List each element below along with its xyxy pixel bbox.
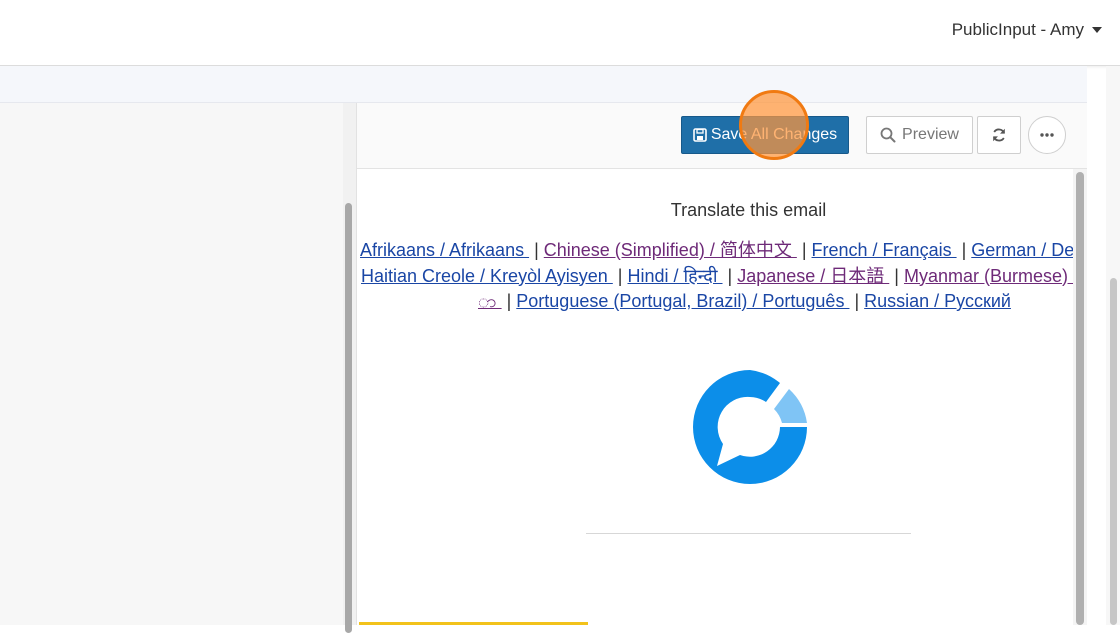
language-link-german[interactable]: German / Deutsch	[971, 240, 1077, 260]
language-links: Afrikaans / Afrikaans | Chinese (Simplifi…	[360, 238, 1077, 315]
left-panel	[0, 103, 343, 625]
publicinput-logo	[690, 367, 810, 487]
account-menu[interactable]: PublicInput - Amy	[952, 20, 1102, 40]
preview-button[interactable]: Preview	[866, 116, 973, 154]
language-link-russian[interactable]: Russian / Русский	[864, 291, 1011, 311]
caret-down-icon	[1092, 27, 1102, 33]
preview-scrollbar[interactable]	[1073, 169, 1087, 625]
editor-toolbar: Save All Changes Preview	[357, 90, 1087, 169]
refresh-button[interactable]	[977, 116, 1021, 154]
language-link-french[interactable]: French / Français	[812, 240, 957, 260]
link-separator: |	[727, 265, 733, 286]
link-separator: |	[534, 240, 539, 260]
email-editor-panel: Save All Changes Preview Translate this …	[357, 90, 1087, 625]
translate-heading: Translate this email	[670, 200, 827, 220]
floppy-disk-icon	[693, 128, 707, 142]
preview-scrollbar-thumb[interactable]	[1076, 172, 1084, 625]
language-link-japanese[interactable]: Japanese / 日本語	[737, 266, 889, 286]
link-separator: |	[961, 240, 967, 260]
link-separator: |	[801, 240, 807, 260]
page-scrollbar-thumb[interactable]	[1110, 278, 1117, 625]
language-link-myanmar[interactable]: Myanmar (Burmese) / မြန်မာ	[904, 266, 1077, 286]
more-options-button[interactable]	[1028, 116, 1066, 154]
link-separator: |	[506, 291, 512, 311]
save-all-changes-button[interactable]: Save All Changes	[681, 116, 849, 154]
language-link-chinese-simplified[interactable]: Chinese (Simplified) / 简体中文	[544, 240, 797, 260]
language-link-haitian-creole[interactable]: Haitian Creole / Kreyòl Ayisyen	[361, 266, 613, 286]
link-separator: |	[854, 291, 860, 311]
preview-button-label: Preview	[902, 126, 959, 143]
language-row: Afrikaans / Afrikaans | Chinese (Simplifi…	[360, 238, 1077, 264]
save-button-label: Save All Changes	[710, 126, 838, 143]
refresh-icon	[993, 128, 1005, 142]
email-divider	[586, 533, 911, 534]
language-link-continued[interactable]: ာ	[478, 291, 502, 311]
email-preview: Translate this email Afrikaans / Afrikaa…	[357, 169, 1077, 625]
link-separator: |	[617, 265, 623, 286]
ellipsis-icon	[1040, 133, 1054, 137]
left-panel-scrollbar-thumb[interactable]	[345, 203, 352, 633]
sub-header-bar	[0, 66, 1087, 103]
left-panel-scrollbar[interactable]	[343, 103, 357, 633]
language-link-portuguese[interactable]: Portuguese (Portugal, Brazil) / Portuguê…	[516, 291, 849, 311]
language-link-afrikaans[interactable]: Afrikaans / Afrikaans	[360, 240, 529, 260]
language-link-hindi[interactable]: Hindi / हिन्दी	[627, 266, 722, 286]
top-header: PublicInput - Amy	[0, 0, 1120, 66]
link-separator: |	[894, 265, 899, 286]
language-row: Haitian Creole / Kreyòl Ayisyen | Hindi /…	[360, 264, 1077, 290]
language-row: ာ | Portuguese (Portugal, Brazil) / Portu…	[360, 289, 1077, 315]
page-scrollbar[interactable]	[1106, 66, 1120, 625]
search-icon	[880, 127, 896, 143]
account-label: PublicInput - Amy	[951, 20, 1084, 39]
publicinput-logo-icon	[693, 370, 807, 484]
